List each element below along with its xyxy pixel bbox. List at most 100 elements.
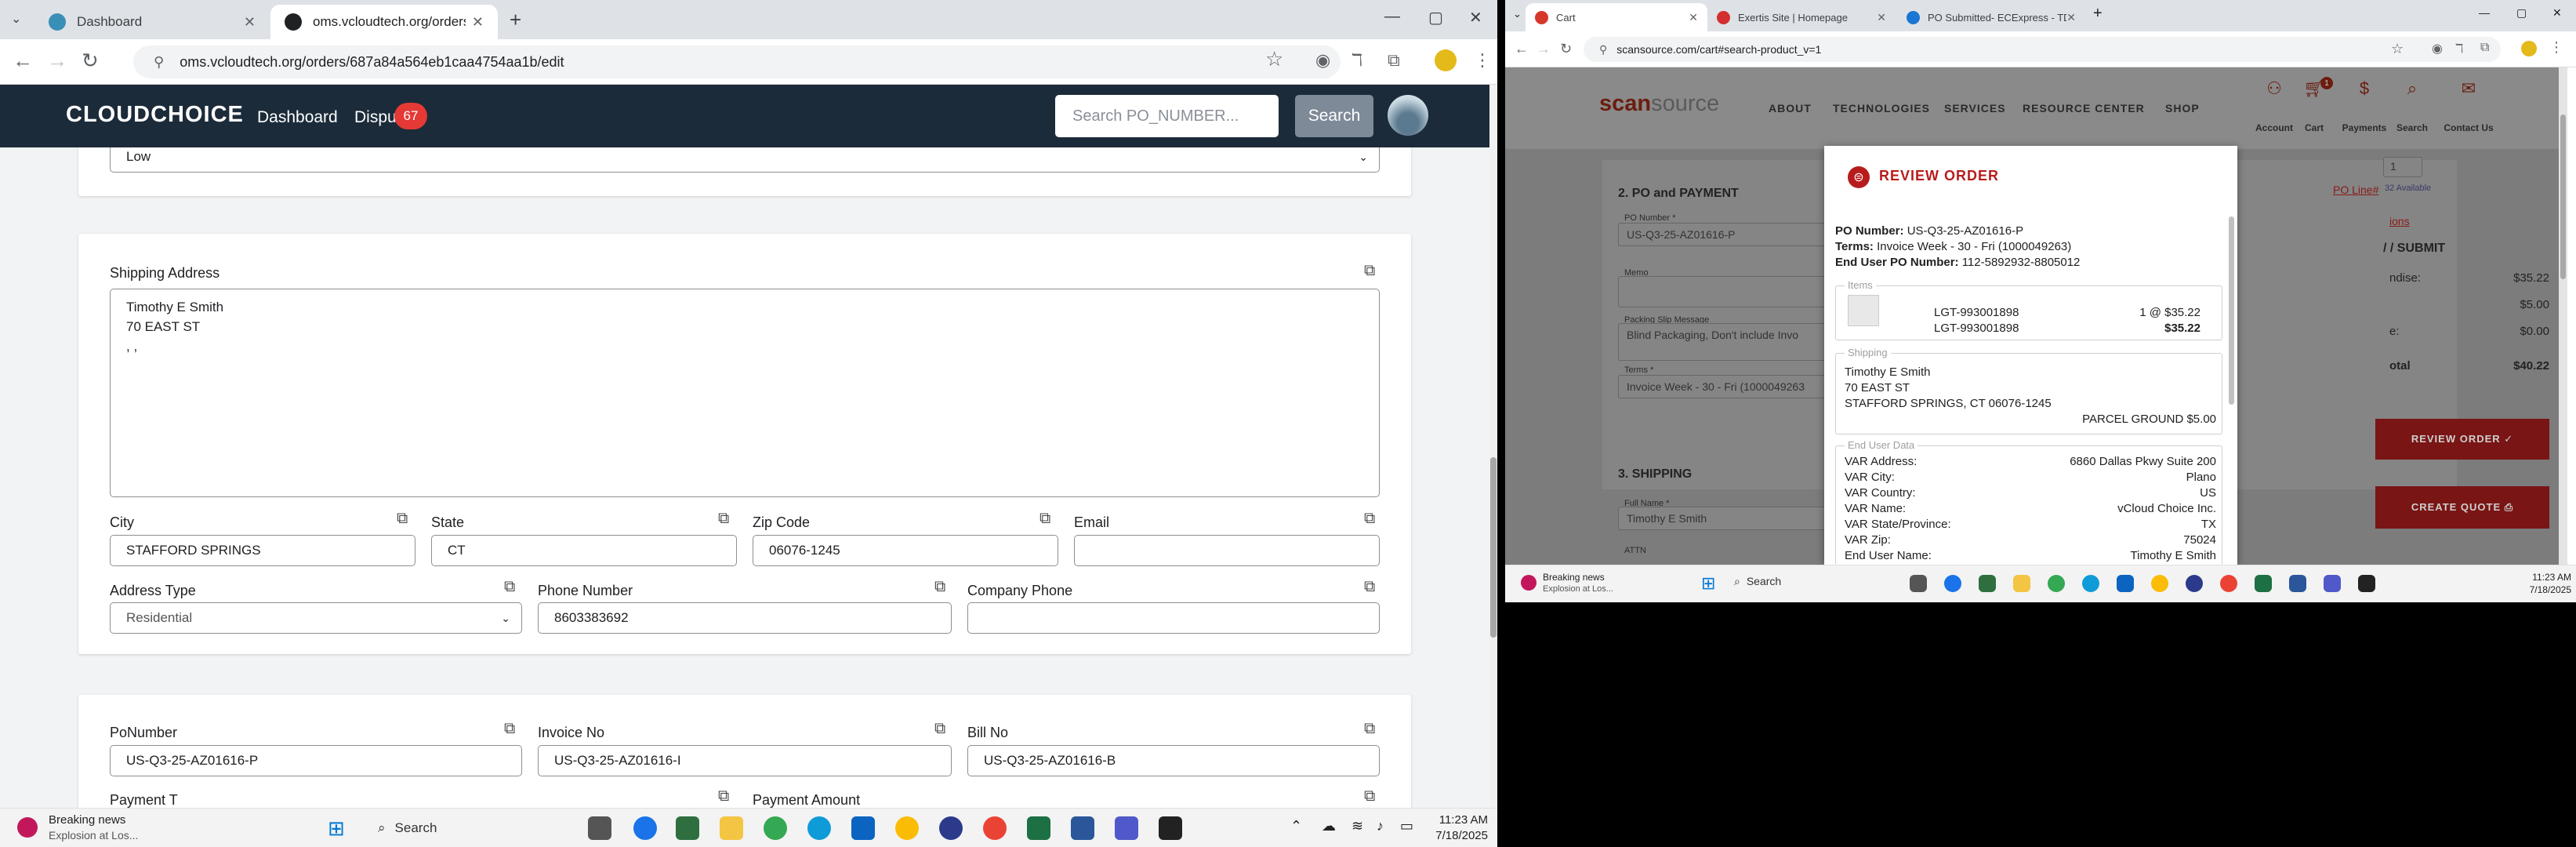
tab-dashboard[interactable]: Dashboard ✕ [34, 5, 270, 39]
address-bar[interactable]: ⚲ scansource.com/cart#search-product_v=1 [1584, 37, 2501, 62]
tray-chevron-icon[interactable]: ⌃ [1290, 818, 1302, 834]
news-icon[interactable] [17, 817, 38, 838]
news-title[interactable]: Breaking news [1543, 572, 1605, 583]
menu-icon[interactable]: ⋮ [1474, 50, 1491, 71]
page-scrollbar[interactable] [2559, 67, 2567, 565]
nav-technologies[interactable]: TECHNOLOGIES [1833, 102, 1930, 115]
calculator-icon[interactable] [676, 816, 699, 840]
bill-no-input[interactable]: US-Q3-25-AZ01616-B [967, 745, 1380, 776]
copy-icon[interactable]: ⧉ [934, 720, 945, 738]
po-search-input[interactable]: Search PO_NUMBER... [1055, 95, 1279, 137]
review-order-button[interactable]: REVIEW ORDER ✓ [2375, 419, 2549, 460]
copy-icon[interactable]: ⧉ [718, 787, 729, 805]
company-phone-input[interactable] [967, 602, 1380, 634]
copy-icon[interactable]: ⧉ [1364, 510, 1375, 528]
clock-date[interactable]: 7/18/2025 [1419, 829, 1488, 842]
edge-icon[interactable] [1944, 575, 1961, 592]
full-name-input[interactable]: Timothy E Smith [1618, 507, 1853, 530]
zoom-icon[interactable] [2186, 575, 2203, 592]
close-icon[interactable]: ✕ [1877, 11, 1886, 24]
snipping-icon[interactable] [2289, 575, 2306, 592]
state-input[interactable]: CT [431, 535, 737, 566]
bookmark-star-icon[interactable]: ☆ [1265, 47, 1283, 71]
copy-icon[interactable]: ⧉ [504, 720, 515, 738]
minimize-button[interactable]: — [1384, 8, 1400, 26]
packing-slip-input[interactable]: Blind Packaging, Don't include Invo [1618, 323, 1853, 361]
chrome-alt-icon[interactable] [983, 816, 1007, 840]
task-view-icon[interactable] [588, 816, 611, 840]
excel-icon[interactable] [1027, 816, 1050, 840]
back-icon[interactable]: ← [1515, 41, 1529, 57]
modal-scrollbar[interactable] [2229, 216, 2234, 405]
tray-network-icon[interactable]: ☁ [1322, 818, 1336, 834]
new-tab-button[interactable]: + [510, 8, 521, 32]
po-line-link[interactable]: PO Line# [2333, 184, 2378, 196]
memo-input[interactable] [1618, 276, 1853, 307]
clock-date[interactable]: 7/18/2025 [2501, 584, 2571, 595]
close-icon[interactable]: ✕ [244, 14, 256, 31]
nav-dashboard[interactable]: Dashboard [257, 108, 338, 127]
taskbar-search[interactable]: ⌕ Search [1734, 575, 1781, 588]
news-subtitle[interactable]: Explosion at Los... [1543, 584, 1613, 594]
copy-icon[interactable]: ⧉ [397, 510, 408, 528]
close-window-button[interactable]: ✕ [1469, 8, 1482, 27]
address-bar[interactable]: ⚲ oms.vcloudtech.org/orders/687a84a564eb… [133, 45, 1341, 78]
edge-browser-icon[interactable] [807, 816, 831, 840]
task-view-icon[interactable] [1910, 575, 1927, 592]
battery-icon[interactable]: ▭ [1400, 818, 1413, 834]
maximize-button[interactable]: ▢ [1428, 8, 1443, 27]
outlook-icon[interactable] [2117, 575, 2134, 592]
teams-icon[interactable] [1115, 816, 1138, 840]
menu-icon[interactable]: ⋮ [2549, 39, 2563, 56]
excel-icon[interactable] [2255, 575, 2272, 592]
profile-icon[interactable] [1435, 49, 1457, 71]
windows-start-icon[interactable]: ⊞ [1701, 573, 1715, 594]
clock-time[interactable]: 11:23 AM [1419, 813, 1488, 827]
nav-shop[interactable]: SHOP [2165, 102, 2200, 115]
puzzle-icon[interactable]: ⧉ [2480, 41, 2489, 55]
close-icon[interactable]: ✕ [1689, 11, 1698, 24]
news-subtitle[interactable]: Explosion at Los... [49, 829, 138, 842]
scansource-logo[interactable]: scansource [1599, 91, 1719, 117]
forward-icon[interactable]: → [47, 49, 67, 73]
copy-icon[interactable]: ⧉ [1039, 510, 1050, 528]
po-number-input[interactable]: US-Q3-25-AZ01616-P [1618, 223, 1853, 246]
site-info-icon[interactable]: ⚲ [154, 54, 164, 71]
calculator-icon[interactable] [1979, 575, 1996, 592]
invoice-no-input[interactable]: US-Q3-25-AZ01616-I [538, 745, 952, 776]
reader-icon[interactable]: ℸ [2455, 41, 2463, 56]
tab-search-icon[interactable]: ⌄ [11, 11, 21, 27]
windows-start-icon[interactable]: ⊞ [328, 816, 345, 841]
extension-icon[interactable]: ◉ [2432, 41, 2443, 56]
outlook-icon[interactable] [851, 816, 875, 840]
back-icon[interactable]: ← [13, 49, 33, 73]
puzzle-icon[interactable]: ⧉ [1388, 50, 1400, 71]
shipping-address-textarea[interactable]: Timothy E Smith 70 EAST ST , , [110, 289, 1380, 497]
tab-search-icon[interactable]: ⌄ [1513, 8, 1522, 20]
terms-select[interactable]: Invoice Week - 30 - Fri (1000049263 [1618, 375, 1853, 398]
email-input[interactable] [1074, 535, 1380, 566]
contact-icon[interactable]: ✉ [2433, 78, 2504, 99]
chrome-alt-icon[interactable] [2220, 575, 2237, 592]
zip-input[interactable]: 06076-1245 [753, 535, 1058, 566]
close-icon[interactable]: ✕ [472, 14, 484, 31]
search-button[interactable]: Search [1295, 95, 1373, 137]
edge-browser-icon[interactable] [2082, 575, 2099, 592]
search-link[interactable]: Search [2385, 122, 2440, 133]
chrome-profile-icon[interactable] [895, 816, 919, 840]
reload-icon[interactable]: ↻ [1560, 41, 1572, 57]
site-info-icon[interactable]: ⚲ [1599, 43, 1607, 56]
nav-disputes[interactable]: Dispu [354, 108, 397, 127]
wifi-icon[interactable]: ≋ [1351, 818, 1363, 834]
volume-icon[interactable]: ♪ [1377, 818, 1384, 834]
teams-icon[interactable] [2324, 575, 2341, 592]
page-scrollbar[interactable] [1489, 85, 1497, 808]
sticky-icon[interactable] [2358, 575, 2375, 592]
copy-icon[interactable]: ⧉ [1364, 578, 1375, 596]
tab-orders[interactable]: oms.vcloudtech.org/orders/68 ✕ [270, 5, 498, 39]
chrome-icon[interactable] [764, 816, 787, 840]
minimize-button[interactable]: — [2479, 6, 2490, 19]
file-explorer-icon[interactable] [2013, 575, 2030, 592]
profile-icon[interactable] [2521, 41, 2537, 56]
priority-select[interactable]: Low ⌄ [110, 147, 1380, 173]
